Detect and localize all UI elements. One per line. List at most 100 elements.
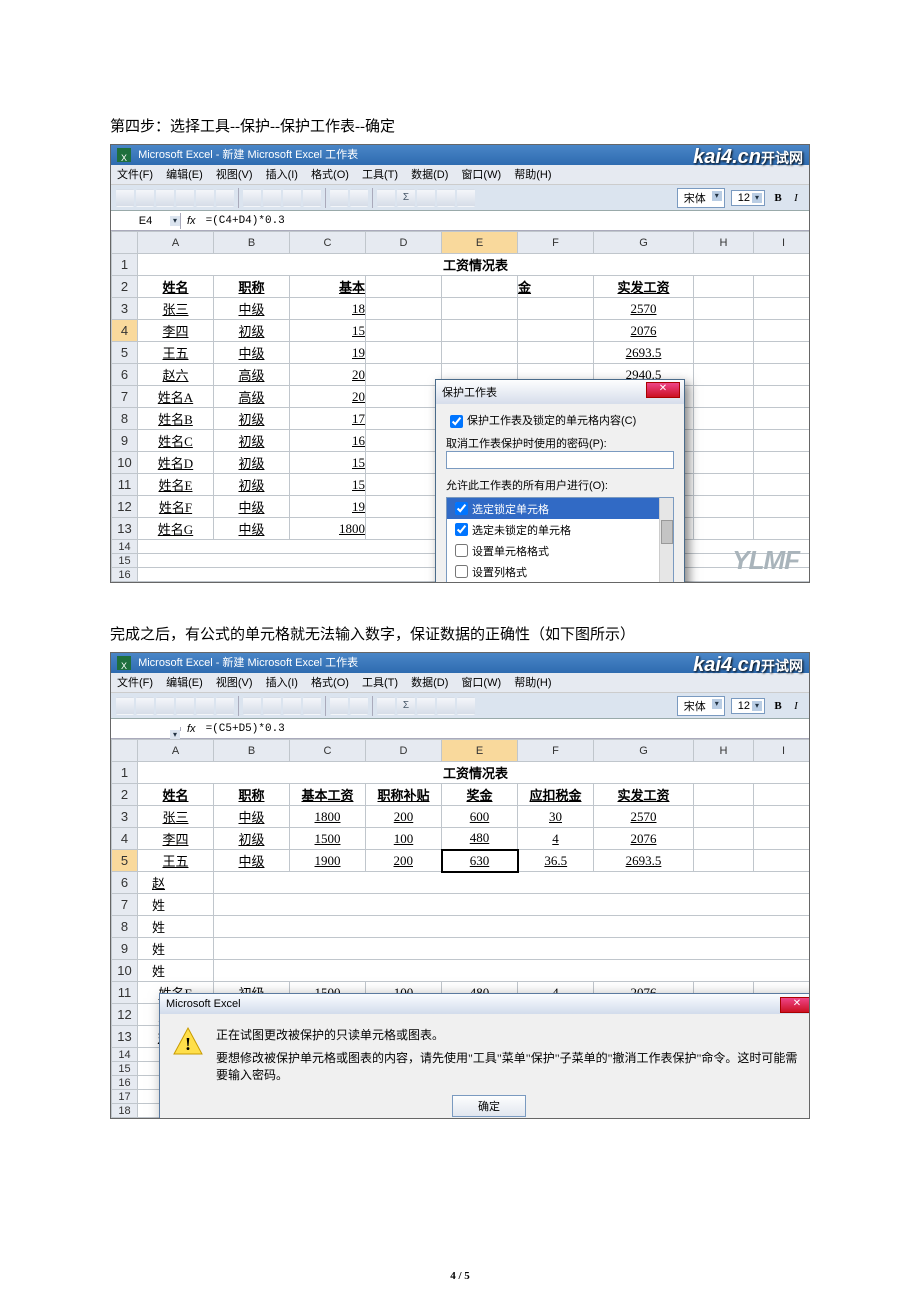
password-input[interactable] [446,451,674,469]
row-header[interactable]: 4 [112,320,138,342]
col-header[interactable]: A [138,740,214,762]
sheet-title[interactable]: 工资情况表 [138,762,810,784]
sum-icon[interactable]: Σ [397,189,415,207]
menu-edit[interactable]: 编辑(E) [166,169,203,181]
row-header[interactable]: 12 [112,1004,138,1026]
col-header[interactable]: F [518,232,594,254]
select-all[interactable] [112,740,138,762]
new-icon[interactable] [116,189,134,207]
row-header[interactable]: 3 [112,806,138,828]
menu-help[interactable]: 帮助(H) [514,677,551,689]
col-header[interactable]: F [518,740,594,762]
spelling-icon[interactable] [216,189,234,207]
row-header[interactable]: 10 [112,452,138,474]
row-header[interactable]: 3 [112,298,138,320]
open-icon[interactable] [136,697,154,715]
row-header[interactable]: 7 [112,386,138,408]
col-header[interactable]: B [214,232,290,254]
formula-text[interactable]: =(C5+D5)*0.3 [202,723,289,735]
row-header[interactable]: 13 [112,518,138,540]
formula-text[interactable]: =(C4+D4)*0.3 [202,215,289,227]
col-header[interactable]: D [366,740,442,762]
save-icon[interactable] [156,189,174,207]
menu-file[interactable]: 文件(F) [117,169,153,181]
row-header[interactable]: 1 [112,254,138,276]
help-icon[interactable] [457,189,475,207]
sheet-title[interactable]: 工资情况表 [138,254,810,276]
sum-icon[interactable]: Σ [397,697,415,715]
font-name-dropdown[interactable]: 宋体▾ [677,188,725,208]
name-box[interactable]: E4▾ [111,213,181,229]
ok-button[interactable]: 确定 [452,1095,526,1117]
row-header[interactable]: 4 [112,828,138,850]
copy-icon[interactable] [263,189,281,207]
preview-icon[interactable] [196,697,214,715]
spelling-icon[interactable] [216,697,234,715]
print-icon[interactable] [176,189,194,207]
menu-help[interactable]: 帮助(H) [514,169,551,181]
protect-checkbox[interactable] [450,415,463,428]
col-header[interactable]: G [594,740,694,762]
name-box[interactable]: ▾ [111,727,181,731]
menu-tools[interactable]: 工具(T) [362,169,398,181]
menu-insert[interactable]: 插入(I) [266,677,298,689]
permission-item[interactable]: 设置单元格格式 [447,540,673,561]
fx-icon[interactable]: fx [181,215,202,227]
undo-icon[interactable] [330,697,348,715]
chart-icon[interactable] [437,189,455,207]
row-header[interactable]: 13 [112,1026,138,1048]
permission-item[interactable]: 设置列格式 [447,561,673,582]
col-header[interactable]: E [442,232,518,254]
bold-button[interactable]: B [770,698,786,714]
menu-format[interactable]: 格式(O) [311,677,349,689]
hyperlink-icon[interactable] [377,697,395,715]
italic-button[interactable]: I [788,698,804,714]
chart-icon[interactable] [437,697,455,715]
close-icon[interactable]: ✕ [646,382,680,398]
permission-item[interactable]: 选定未锁定的单元格 [447,519,673,540]
sort-icon[interactable] [417,189,435,207]
save-icon[interactable] [156,697,174,715]
menu-view[interactable]: 视图(V) [216,169,253,181]
print-icon[interactable] [176,697,194,715]
col-header[interactable]: C [290,232,366,254]
font-name-dropdown[interactable]: 宋体▾ [677,696,725,716]
new-icon[interactable] [116,697,134,715]
col-header[interactable]: A [138,232,214,254]
permissions-list[interactable]: 选定锁定单元格选定未锁定的单元格设置单元格格式设置列格式设置行格式插入列插入行插… [446,497,674,582]
undo-icon[interactable] [330,189,348,207]
row-header[interactable]: 1 [112,762,138,784]
menu-window[interactable]: 窗口(W) [461,677,501,689]
col-header[interactable]: H [694,232,754,254]
paste-icon[interactable] [283,697,301,715]
cut-icon[interactable] [243,697,261,715]
paste-icon[interactable] [283,189,301,207]
format-painter-icon[interactable] [303,189,321,207]
hyperlink-icon[interactable] [377,189,395,207]
scrollbar[interactable] [659,498,673,582]
row-header[interactable]: 8 [112,408,138,430]
cut-icon[interactable] [243,189,261,207]
col-header[interactable]: B [214,740,290,762]
row-header[interactable]: 2 [112,784,138,806]
row-header[interactable]: 12 [112,496,138,518]
col-header[interactable]: C [290,740,366,762]
row-header[interactable]: 11 [112,982,138,1004]
redo-icon[interactable] [350,189,368,207]
open-icon[interactable] [136,189,154,207]
redo-icon[interactable] [350,697,368,715]
row-header[interactable]: 5 [112,850,138,872]
row-header[interactable]: 5 [112,342,138,364]
col-header[interactable]: H [694,740,754,762]
italic-button[interactable]: I [788,190,804,206]
col-header[interactable]: G [594,232,694,254]
menu-file[interactable]: 文件(F) [117,677,153,689]
col-header[interactable]: D [366,232,442,254]
help-icon[interactable] [457,697,475,715]
menu-tools[interactable]: 工具(T) [362,677,398,689]
permission-item[interactable]: 选定锁定单元格 [447,498,673,519]
row-header[interactable]: 2 [112,276,138,298]
menu-edit[interactable]: 编辑(E) [166,677,203,689]
copy-icon[interactable] [263,697,281,715]
menu-data[interactable]: 数据(D) [411,677,448,689]
